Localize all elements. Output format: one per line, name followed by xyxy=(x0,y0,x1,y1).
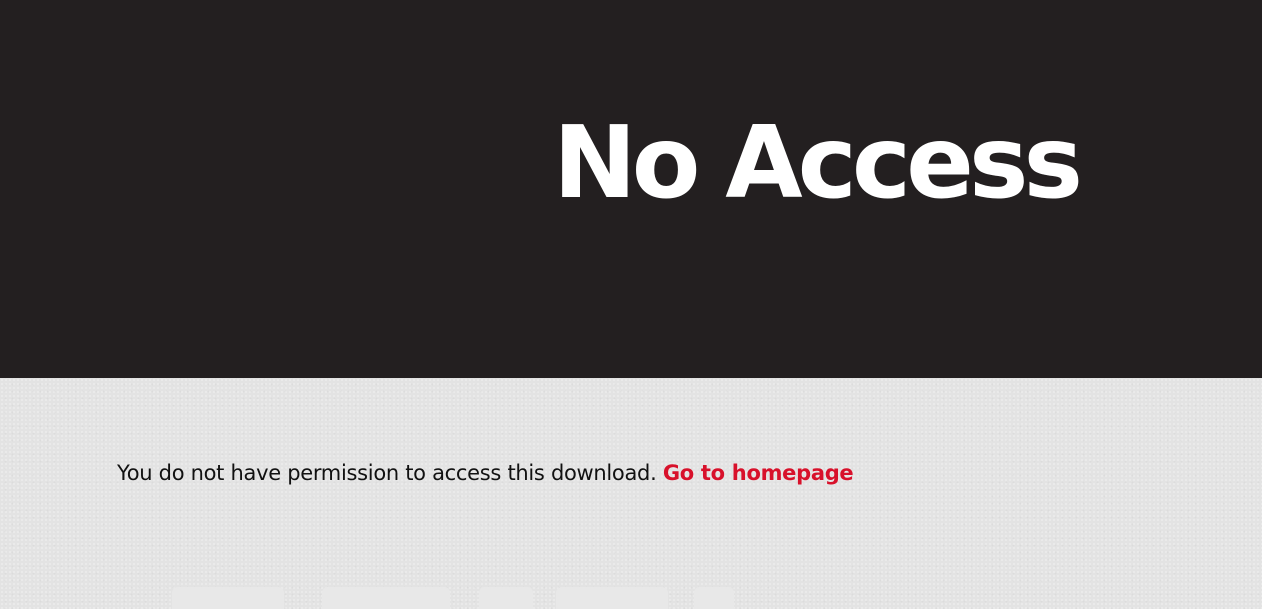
go-to-homepage-link[interactable]: Go to homepage xyxy=(663,461,854,485)
footer-block xyxy=(172,587,284,609)
footer-block xyxy=(556,587,668,609)
footer-block xyxy=(694,587,734,609)
access-message-text: You do not have permission to access thi… xyxy=(117,461,663,485)
page-title: No Access xyxy=(553,104,1083,221)
footer-block xyxy=(479,587,533,609)
hero-banner: No Access xyxy=(0,0,1262,378)
access-message: You do not have permission to access thi… xyxy=(117,458,854,488)
footer-block xyxy=(322,587,450,609)
content-area: You do not have permission to access thi… xyxy=(0,378,1262,609)
